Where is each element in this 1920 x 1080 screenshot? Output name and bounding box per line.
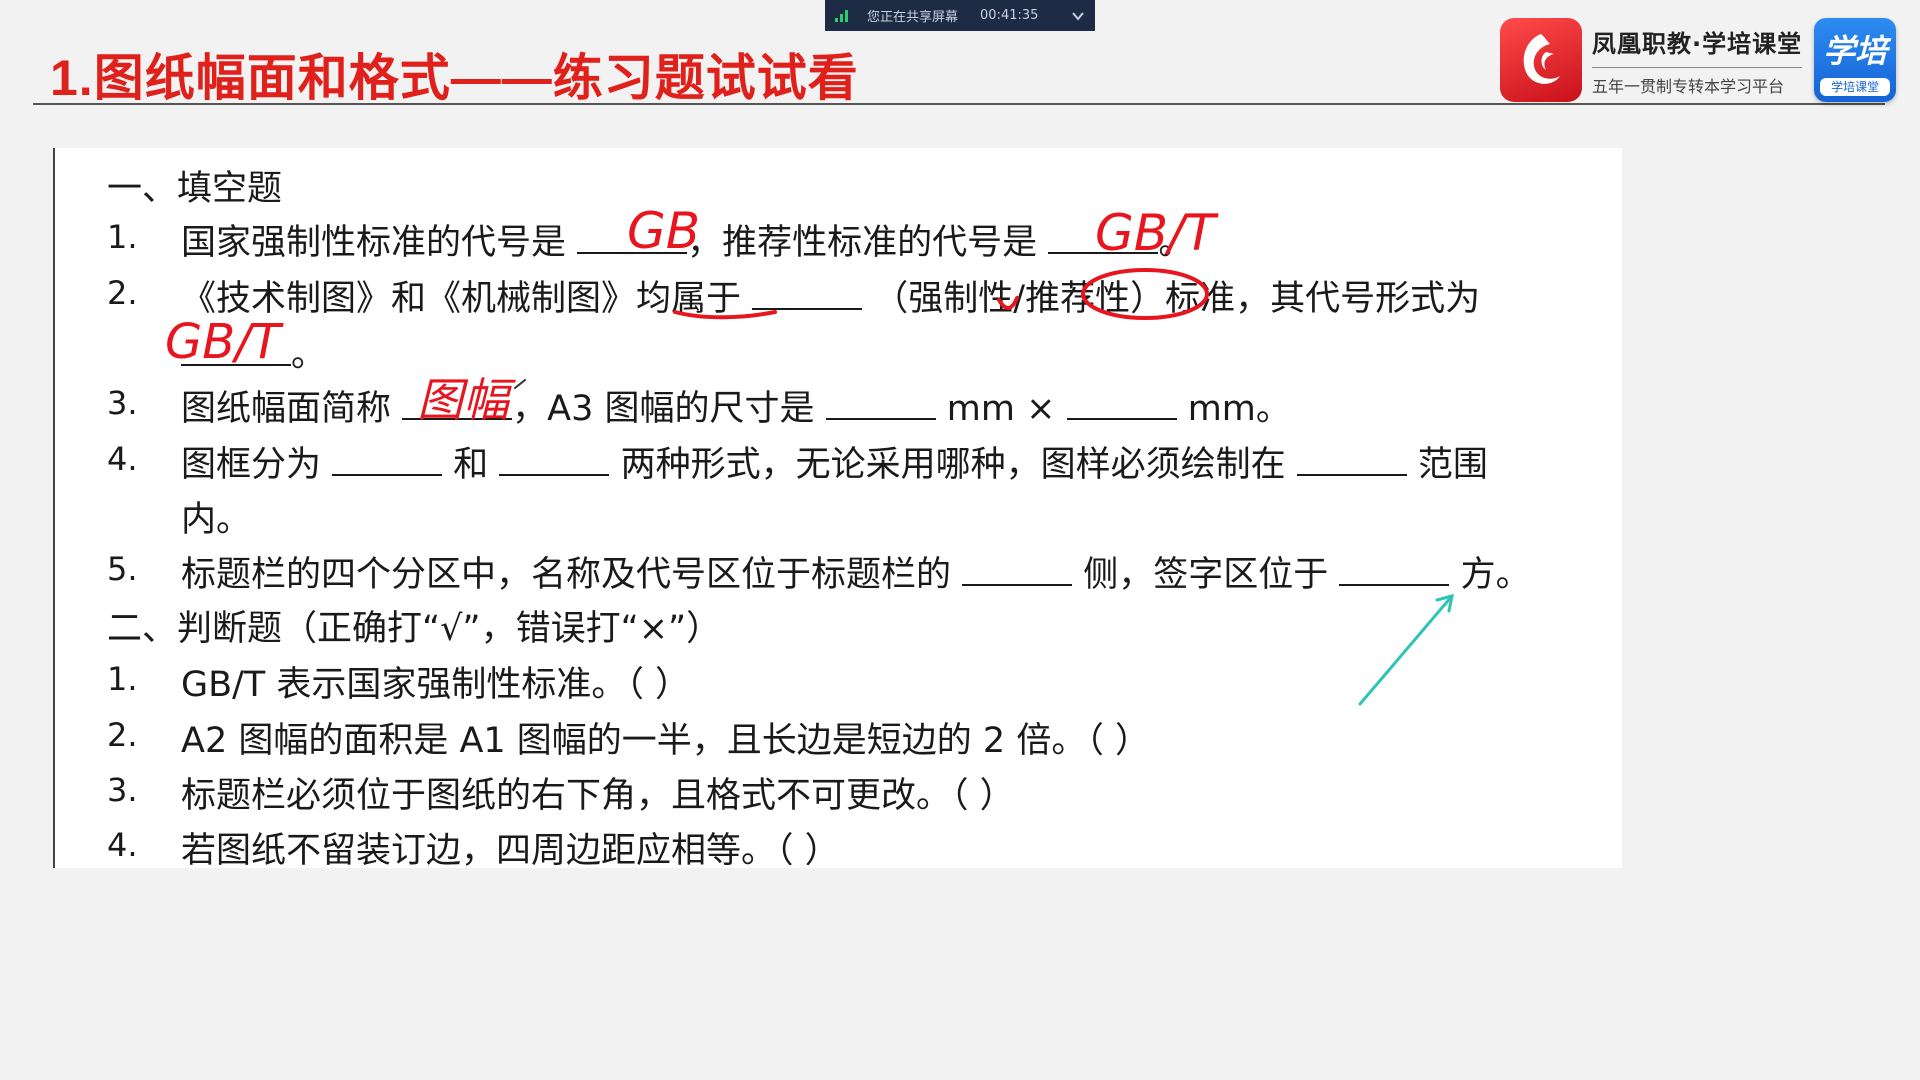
answer-blank[interactable] [1339,558,1450,586]
q-number: 3. [107,771,138,809]
badge-subtext: 学培课堂 [1820,78,1891,96]
slide-title: 1.图纸幅面和格式——练习题试试看 [50,50,859,106]
section-judge-title: 二、判断题（正确打“√”，错误打“×”） [107,609,722,649]
q-text: 图纸幅面简称 [181,389,392,429]
fill-question-2-cont: 。 [181,326,326,377]
judge-question-2: A2 图幅的面积是 A1 图幅的一半，且长边是短边的 2 倍。（ ） [181,721,1150,761]
q-number: 1. [107,218,138,256]
answer-blank[interactable] [1066,392,1177,420]
answer-blank[interactable] [181,338,291,366]
q-text: ，推荐性标准的代号是 [687,223,1038,263]
signal-icon [835,9,849,22]
q-text: 。 [291,335,327,375]
chevron-down-icon[interactable] [1071,9,1085,23]
phoenix-logo-icon [1500,18,1582,102]
q-text: 图框分为 [181,445,322,485]
answer-blank[interactable] [1048,226,1159,254]
q-text: 标题栏的四个分区中，名称及代号区位于标题栏的 [181,555,952,595]
q-text: 侧，签字区位于 [1083,555,1329,595]
q-text: mm × [946,389,1056,429]
answer-blank[interactable] [499,448,610,476]
fill-question-4: 图框分为 和 两种形式，无论采用哪种，图样必须绘制在 范围 [181,436,1488,487]
q-text: 方。 [1460,555,1531,595]
judge-question-1: GB/T 表示国家强制性标准。（ ） [181,665,691,705]
brand-header: 凤凰职教·学培课堂 五年一贯制专转本学习平台 学培 学培课堂 [1500,18,1897,102]
q-text: ，A3 图幅的尺寸是 [512,389,815,429]
q-text: 《技术制图》和《机械制图》均属于 [181,279,742,319]
answer-blank[interactable] [332,448,443,476]
fill-question-5: 标题栏的四个分区中，名称及代号区位于标题栏的 侧，签字区位于 方。 [181,546,1531,597]
q-text: 。 [1158,223,1194,263]
q-text: 和 [453,445,489,485]
title-divider [33,103,1885,105]
xuepei-badge: 学培 学培课堂 [1814,18,1897,102]
brand-subtitle: 五年一贯制专转本学习平台 [1592,66,1803,97]
exercise-panel: 一、填空题 1. 国家强制性标准的代号是 ，推荐性标准的代号是 。 2. 《技术… [53,148,1622,871]
q-number: 5. [107,550,138,588]
judge-question-3: 标题栏必须位于图纸的右下角，且格式不可更改。（ ） [181,776,1015,816]
q-number: 2. [107,274,138,312]
q-text: （强制性/推荐性）标准，其代号形式为 [873,279,1481,319]
judge-question-4: 若图纸不留装订边，四周边距应相等。（ ） [181,831,840,871]
fill-question-1: 国家强制性标准的代号是 ，推荐性标准的代号是 。 [181,214,1193,265]
answer-blank[interactable] [577,226,688,254]
q-number: 4. [107,440,138,478]
q-text: 范围 [1417,445,1488,485]
badge-text: 学培 [1823,32,1888,70]
answer-blank[interactable] [752,282,863,310]
arrow-annotation [1358,593,1454,706]
q-number: 2. [107,716,138,754]
answer-blank[interactable] [825,392,936,420]
fill-question-4-cont: 内。 [181,500,252,540]
fill-question-2: 《技术制图》和《机械制图》均属于 （强制性/推荐性）标准，其代号形式为 [181,270,1480,321]
answer-blank[interactable] [1296,448,1407,476]
fill-question-3: 图纸幅面简称 ，A3 图幅的尺寸是 mm × mm。 [181,380,1291,431]
q-number: 3. [107,384,138,422]
q-number: 4. [107,826,138,864]
screen-share-bar: 您正在共享屏幕 00:41:35 [825,0,1095,31]
share-timer: 00:41:35 [980,8,1039,23]
q-text: 两种形式，无论采用哪种，图样必须绘制在 [620,445,1286,485]
share-status: 您正在共享屏幕 [867,10,959,25]
brand-name: 凤凰职教·学培课堂 [1592,29,1803,58]
section-fill-title: 一、填空题 [107,169,283,209]
q-text: 国家强制性标准的代号是 [181,223,567,263]
q-number: 1. [107,660,138,698]
answer-blank[interactable] [402,392,513,420]
answer-blank[interactable] [962,558,1073,586]
q-text: mm。 [1187,389,1291,429]
